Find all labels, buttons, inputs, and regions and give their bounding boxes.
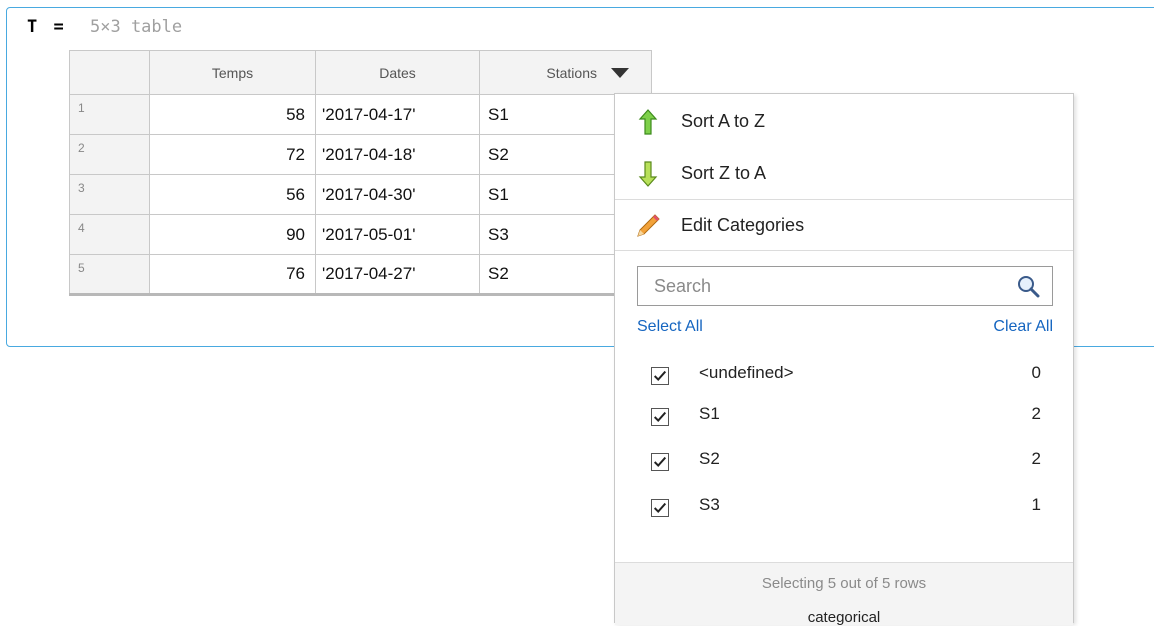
category-checkbox[interactable] xyxy=(651,453,669,471)
dropdown-arrow-icon[interactable] xyxy=(611,67,629,78)
table-row: 5 76 '2017-04-27' S2 xyxy=(69,254,652,296)
column-header-dates[interactable]: Dates xyxy=(315,50,480,95)
category-count: 1 xyxy=(1031,495,1041,514)
search-icon[interactable] xyxy=(1016,274,1040,298)
checkmark-icon xyxy=(653,456,667,467)
category-name: S3 xyxy=(699,495,720,514)
edit-categories-item[interactable]: Edit Categories xyxy=(615,200,1073,250)
variable-dimensions: 5×3 table xyxy=(90,17,183,37)
search-input[interactable] xyxy=(652,267,996,305)
table-row: 1 58 '2017-04-17' S1 xyxy=(69,94,652,135)
corner-cell xyxy=(69,50,150,95)
column-header-stations-label: Stations xyxy=(546,64,597,81)
variable-equals: = xyxy=(53,17,64,37)
sort-ascending-item[interactable]: Sort A to Z xyxy=(615,96,1073,146)
category-count: 2 xyxy=(1031,449,1041,468)
category-row[interactable]: <undefined> 0 xyxy=(615,359,1073,399)
category-name: <undefined> xyxy=(699,363,794,382)
category-count: 0 xyxy=(1031,363,1041,382)
category-checkbox[interactable] xyxy=(651,408,669,426)
column-header-stations[interactable]: Stations xyxy=(479,50,652,95)
cell-dates: '2017-04-30' xyxy=(315,174,480,215)
variable-header: T = 5×3 table xyxy=(27,17,182,37)
checkmark-icon xyxy=(653,502,667,513)
category-row[interactable]: S2 2 xyxy=(615,445,1073,485)
pencil-icon xyxy=(637,214,660,237)
cell-temps: 76 xyxy=(149,254,316,296)
cell-dates: '2017-04-27' xyxy=(315,254,480,296)
column-filter-menu: Sort A to Z Sort Z to A Edit Categories … xyxy=(614,93,1074,626)
row-number: 4 xyxy=(69,214,150,255)
cell-temps: 72 xyxy=(149,134,316,175)
row-number: 1 xyxy=(69,94,150,135)
menu-footer: Selecting 5 out of 5 rows categorical xyxy=(615,562,1073,626)
category-checkbox[interactable] xyxy=(651,367,669,385)
clear-all-link[interactable]: Clear All xyxy=(993,318,1053,336)
header-row: Temps Dates Stations xyxy=(69,50,652,95)
table-row: 4 90 '2017-05-01' S3 xyxy=(69,214,652,255)
category-name: S1 xyxy=(699,404,720,423)
selection-status: Selecting 5 out of 5 rows xyxy=(761,575,927,592)
category-checkbox[interactable] xyxy=(651,499,669,517)
category-name: S2 xyxy=(699,449,720,468)
search-box xyxy=(637,266,1053,306)
row-number: 3 xyxy=(69,174,150,215)
category-row[interactable]: S1 2 xyxy=(615,400,1073,440)
edit-categories-label: Edit Categories xyxy=(681,214,805,235)
cell-dates: '2017-05-01' xyxy=(315,214,480,255)
cell-temps: 58 xyxy=(149,94,316,135)
row-number: 5 xyxy=(69,254,150,296)
cell-dates: '2017-04-18' xyxy=(315,134,480,175)
data-table: Temps Dates Stations 1 58 '2017-04-17' S… xyxy=(69,50,652,296)
menu-separator xyxy=(615,250,1073,251)
category-count: 2 xyxy=(1031,404,1041,423)
sort-descending-item[interactable]: Sort Z to A xyxy=(615,148,1073,198)
select-all-link[interactable]: Select All xyxy=(637,318,703,336)
cell-dates: '2017-04-17' xyxy=(315,94,480,135)
table-row: 2 72 '2017-04-18' S2 xyxy=(69,134,652,175)
sort-ascending-icon xyxy=(638,109,658,135)
table-row: 3 56 '2017-04-30' S1 xyxy=(69,174,652,215)
sort-descending-icon xyxy=(638,161,658,187)
checkmark-icon xyxy=(653,370,667,381)
variable-name: T xyxy=(27,17,38,37)
category-row[interactable]: S3 1 xyxy=(615,491,1073,531)
cell-temps: 90 xyxy=(149,214,316,255)
cell-temps: 56 xyxy=(149,174,316,215)
sort-ascending-label: Sort A to Z xyxy=(681,110,766,131)
row-number: 2 xyxy=(69,134,150,175)
variable-type: categorical xyxy=(807,609,881,626)
checkmark-icon xyxy=(653,411,667,422)
column-header-temps[interactable]: Temps xyxy=(149,50,316,95)
sort-descending-label: Sort Z to A xyxy=(681,162,767,183)
